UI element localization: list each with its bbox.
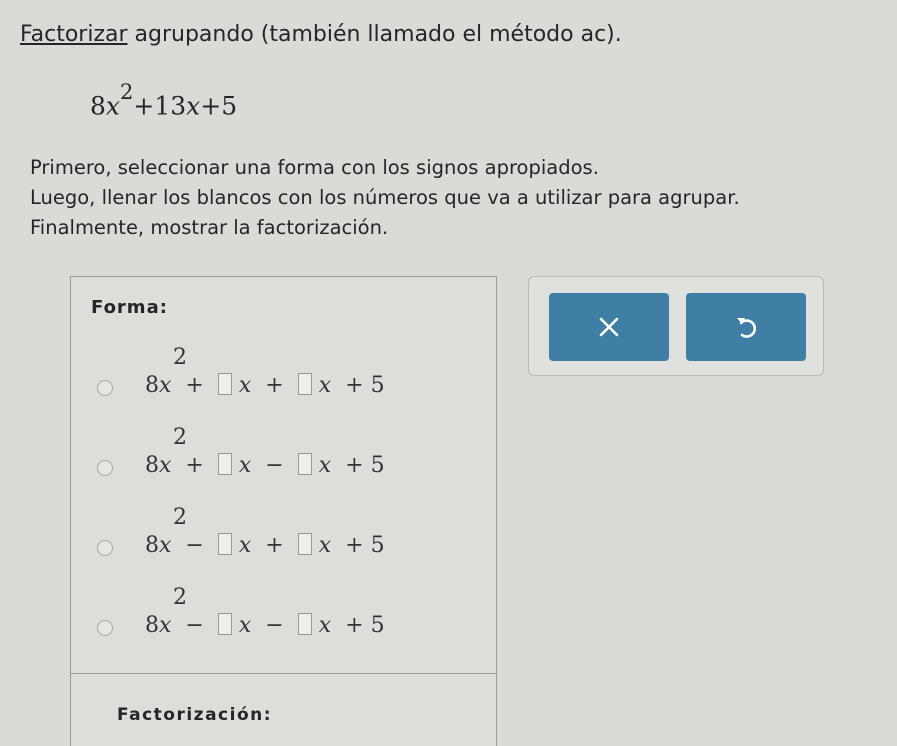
panel-divider — [71, 673, 496, 674]
blank-input-1[interactable] — [217, 613, 232, 635]
expr-term3: +5 — [200, 91, 238, 121]
formula-constant: + 5 — [345, 533, 385, 558]
formula-var: x — [318, 533, 332, 558]
formula-var: x — [159, 533, 172, 558]
formula-sign-2: − — [265, 453, 284, 478]
formula-var: x — [238, 613, 252, 638]
formula-exponent: 2 — [173, 585, 187, 610]
formula-coef: 8 — [145, 533, 159, 558]
expr-exponent: 2 — [120, 80, 134, 104]
blank-input-2[interactable] — [297, 533, 312, 555]
form-option-minus-minus[interactable]: 8x 2− x − x + 5 — [71, 573, 496, 653]
blank-input-1[interactable] — [217, 453, 232, 475]
blank-input-1[interactable] — [217, 373, 232, 395]
instruction-step-2: Luego, llenar los blancos con los número… — [30, 186, 740, 209]
expr-term2: +13 — [133, 91, 187, 121]
formula-var: x — [238, 453, 252, 478]
option-formula: 8x 2− x − x + 5 — [145, 585, 385, 638]
formula-coef: 8 — [145, 613, 159, 638]
formula-constant: + 5 — [345, 373, 385, 398]
formula-var: x — [318, 453, 332, 478]
form-label: Forma: — [91, 297, 168, 318]
problem-expression: 8x2+13x+5 — [90, 80, 238, 121]
form-option-plus-minus[interactable]: 8x 2 + x − x + 5 — [71, 413, 496, 493]
formula-var: x — [318, 613, 332, 638]
blank-input-2[interactable] — [297, 613, 312, 635]
formula-sign-2: − — [265, 613, 284, 638]
clear-button[interactable] — [549, 293, 669, 361]
formula-var: x — [318, 373, 332, 398]
formula-sign-2: + — [265, 533, 284, 558]
formula-sign-2: + — [265, 373, 284, 398]
formula-constant: + 5 — [345, 453, 385, 478]
formula-var: x — [159, 613, 172, 638]
formula-sign-1: − — [185, 533, 204, 558]
expr-var: x — [105, 91, 121, 121]
x-icon — [599, 317, 619, 337]
formula-exponent: 2 — [173, 505, 187, 530]
formula-exponent: 2 — [173, 345, 187, 370]
radio-button[interactable] — [97, 380, 113, 396]
formula-var: x — [159, 453, 172, 478]
formula-exponent: 2 — [173, 425, 187, 450]
option-formula: 8x 2− x + x + 5 — [145, 505, 385, 558]
radio-button[interactable] — [97, 620, 113, 636]
formula-constant: + 5 — [345, 613, 385, 638]
expr-coef: 8 — [90, 91, 106, 121]
toolbar-panel — [528, 276, 824, 376]
instruction-step-3: Finalmente, mostrar la factorización. — [30, 216, 389, 239]
option-formula: 8x 2 + x − x + 5 — [145, 425, 385, 478]
formula-coef: 8 — [145, 453, 159, 478]
undo-arrow-icon — [737, 318, 757, 338]
form-option-plus-plus[interactable]: 8x 2 + x + x + 5 — [71, 333, 496, 413]
formula-var: x — [238, 533, 252, 558]
formula-var: x — [238, 373, 252, 398]
undo-button[interactable] — [686, 293, 806, 361]
blank-input-2[interactable] — [297, 453, 312, 475]
formula-sign-1: + — [185, 373, 204, 398]
option-formula: 8x 2 + x + x + 5 — [145, 345, 385, 398]
factorization-label: Factorización: — [117, 705, 273, 725]
expr-var2: x — [186, 91, 201, 121]
formula-var: x — [159, 373, 172, 398]
radio-button[interactable] — [97, 460, 113, 476]
title-keyword-link[interactable]: Factorizar — [20, 22, 128, 47]
title-text: agrupando (también llamado el método ac)… — [127, 22, 622, 47]
form-option-minus-plus[interactable]: 8x 2− x + x + 5 — [71, 493, 496, 573]
formula-sign-1: + — [185, 453, 204, 478]
problem-title: Factorizar agrupando (también llamado el… — [20, 22, 622, 47]
formula-coef: 8 — [145, 373, 159, 398]
blank-input-1[interactable] — [217, 533, 232, 555]
blank-input-2[interactable] — [297, 373, 312, 395]
instruction-step-1: Primero, seleccionar una forma con los s… — [30, 156, 599, 179]
form-panel: Forma: 8x 2 + x + x + 5 8x 2 + x − x + 5 8x 2− x +… — [70, 276, 497, 746]
radio-button[interactable] — [97, 540, 113, 556]
formula-sign-1: − — [185, 613, 204, 638]
